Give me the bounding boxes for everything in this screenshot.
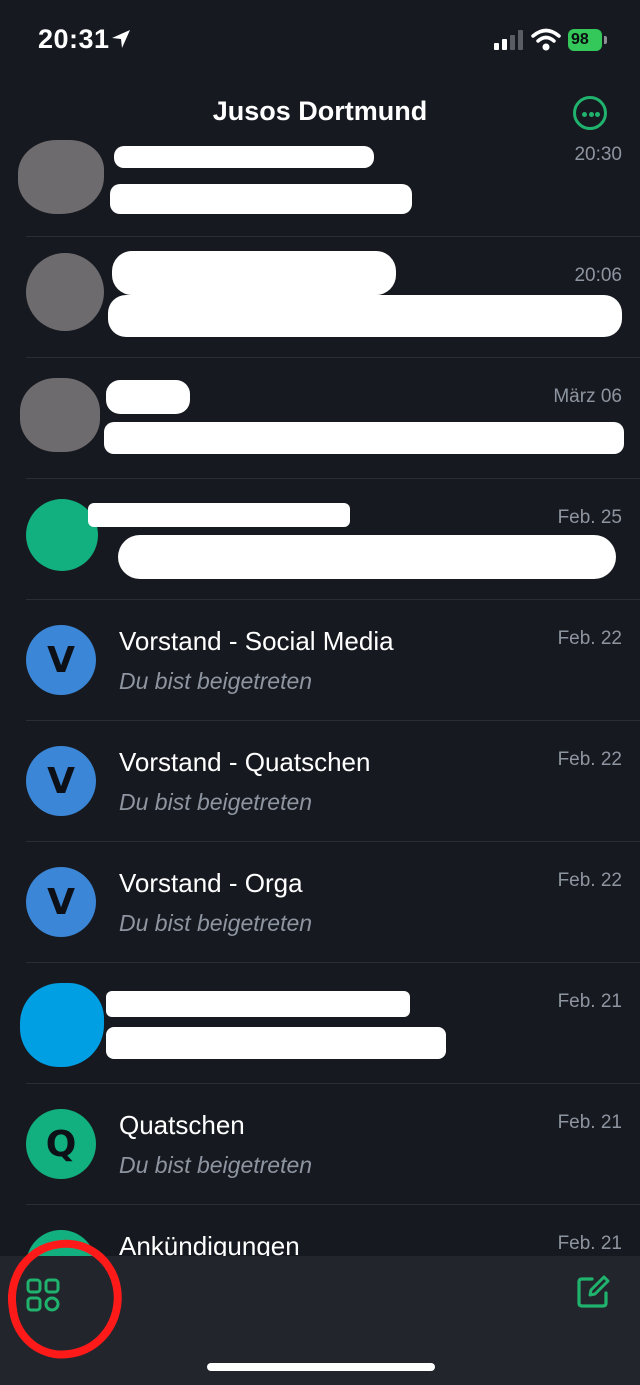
- status-time: 20:31: [38, 24, 110, 54]
- chat-name: Ankündigungen: [119, 1231, 300, 1256]
- status-bar: 20:31 98: [0, 0, 640, 82]
- redaction: [106, 1027, 446, 1059]
- avatar: [18, 140, 104, 214]
- chat-preview: Du bist beigetreten: [119, 668, 313, 694]
- avatar: V: [26, 746, 96, 816]
- chat-preview: Du bist beigetreten: [119, 1152, 313, 1178]
- chat-date: Feb. 22: [557, 628, 622, 649]
- cellular-signal-icon: [494, 30, 523, 50]
- chat-date: Feb. 22: [557, 749, 622, 770]
- home-indicator: [207, 1363, 435, 1371]
- avatar: V: [26, 867, 96, 937]
- avatar: [20, 378, 100, 452]
- battery-level: 98: [568, 29, 602, 51]
- chat-name: Vorstand - Quatschen: [119, 747, 371, 777]
- redaction: [108, 295, 622, 337]
- battery-icon: 98: [568, 29, 608, 51]
- chat-date: Feb. 22: [557, 870, 622, 891]
- redaction: [112, 251, 396, 295]
- chat-date: 20:30: [574, 144, 622, 165]
- chat-row[interactable]: März 06: [0, 358, 640, 479]
- chat-date: Feb. 21: [557, 991, 622, 1012]
- chat-row[interactable]: V Vorstand - Quatschen Du bist beigetret…: [0, 721, 640, 842]
- redaction: [118, 535, 616, 579]
- avatar: V: [26, 625, 96, 695]
- chat-row[interactable]: 20:06: [0, 237, 640, 358]
- chat-row[interactable]: Feb. 21: [0, 963, 640, 1084]
- chat-preview: Du bist beigetreten: [119, 910, 313, 936]
- chat-row[interactable]: Feb. 25: [0, 479, 640, 600]
- chat-list: 20:30 20:06 März 06 Feb. 25 V Vorstand -…: [0, 116, 640, 1256]
- compose-icon[interactable]: [575, 1274, 611, 1310]
- avatar: Q: [26, 1109, 96, 1179]
- chat-row[interactable]: 20:30: [0, 116, 640, 237]
- redaction: [106, 991, 410, 1017]
- chat-name: Quatschen: [119, 1110, 245, 1140]
- redaction: [88, 503, 350, 527]
- chat-date: Feb. 21: [557, 1112, 622, 1133]
- chat-date: Feb. 25: [557, 507, 622, 528]
- redaction: [114, 146, 374, 168]
- chat-row[interactable]: Q Quatschen Du bist beigetreten Feb. 21: [0, 1084, 640, 1205]
- chat-date: März 06: [553, 386, 622, 407]
- redaction: [104, 422, 624, 454]
- chat-date: Feb. 21: [557, 1233, 622, 1254]
- chat-row[interactable]: V Vorstand - Orga Du bist beigetreten Fe…: [0, 842, 640, 963]
- chat-date: 20:06: [574, 265, 622, 286]
- chat-name: Vorstand - Social Media: [119, 626, 394, 656]
- redaction: [110, 184, 412, 214]
- avatar: [26, 253, 104, 331]
- redaction: [106, 380, 190, 414]
- wifi-icon: [531, 28, 561, 51]
- chat-name: Vorstand - Orga: [119, 868, 303, 898]
- location-arrow-icon: [112, 30, 130, 48]
- chat-preview: Du bist beigetreten: [119, 789, 313, 815]
- avatar: [20, 983, 104, 1067]
- chat-row[interactable]: V Vorstand - Social Media Du bist beiget…: [0, 600, 640, 721]
